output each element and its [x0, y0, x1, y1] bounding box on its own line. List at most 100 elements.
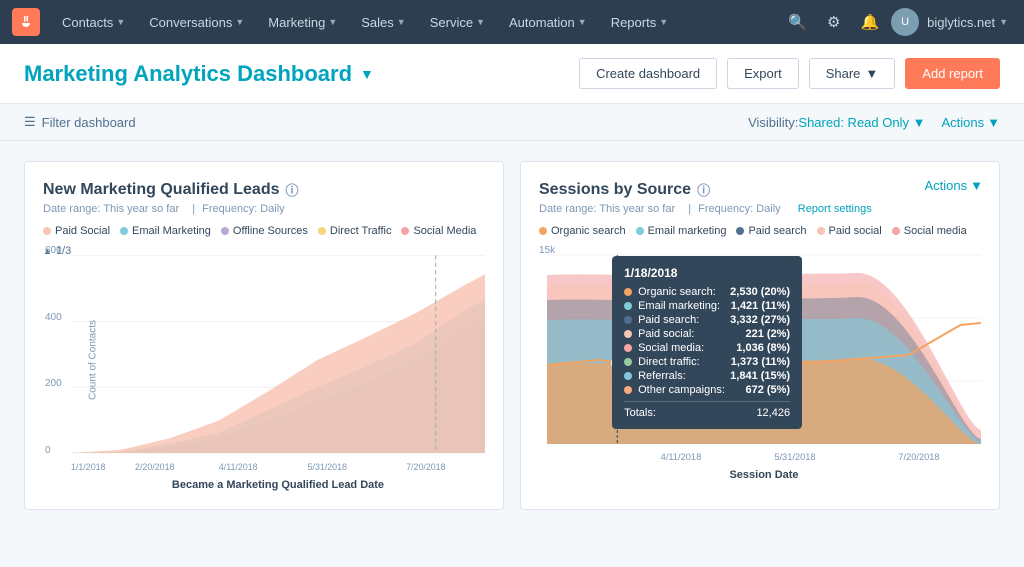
legend-dot [43, 227, 51, 235]
card1-meta: Date range: This year so far | Frequency… [43, 203, 485, 215]
title-dropdown-icon[interactable]: ▼ [360, 66, 374, 82]
legend-dot [636, 227, 644, 235]
chevron-down-icon: ▼ [659, 17, 668, 27]
search-icon[interactable]: 🔍 [780, 7, 815, 37]
tooltip-row: Paid search:3,332 (27%) [624, 314, 790, 326]
page-title: Marketing Analytics Dashboard ▼ [24, 61, 374, 87]
card1-svg: 1/1/2018 2/20/2018 4/11/2018 5/31/2018 7… [71, 245, 485, 475]
nav-item-sales[interactable]: Sales ▼ [351, 9, 415, 36]
card2-title: Sessions by Source ⓘ [539, 180, 878, 199]
info-icon[interactable]: ⓘ [286, 180, 299, 199]
legend-item: Paid social [817, 225, 882, 237]
legend-dot [221, 227, 229, 235]
card1-y-label: Count of Contacts [88, 320, 99, 400]
report-settings-link[interactable]: Report settings [798, 203, 872, 215]
legend-item: Social Media [401, 225, 476, 237]
card1-title: New Marketing Qualified Leads ⓘ [43, 180, 485, 199]
tooltip-row: Social media:1,036 (8%) [624, 342, 790, 354]
legend-item: Paid Social [43, 225, 110, 237]
chevron-down-icon: ▼ [987, 115, 1000, 130]
svg-text:4/11/2018: 4/11/2018 [219, 462, 258, 472]
tooltip-dot [624, 302, 632, 310]
toolbar-actions-button[interactable]: Actions ▼ [941, 115, 1000, 130]
legend-item: Direct Traffic [318, 225, 392, 237]
card-new-mql: New Marketing Qualified Leads ⓘ Date ran… [24, 161, 504, 510]
info-icon[interactable]: ⓘ [697, 180, 710, 199]
tooltip-dot [624, 344, 632, 352]
navbar: Contacts ▼ Conversations ▼ Marketing ▼ S… [0, 0, 1024, 44]
chevron-down-icon: ▼ [865, 66, 878, 81]
card2-chart: 4/11/2018 5/31/2018 7/20/2018 1/18/2018 … [547, 245, 981, 465]
svg-text:4/11/2018: 4/11/2018 [661, 452, 702, 462]
tooltip-row: Other campaigns:672 (5%) [624, 384, 790, 396]
bell-icon[interactable]: 🔔 [852, 7, 887, 37]
tooltip-dot [624, 372, 632, 380]
card1-legend: Paid SocialEmail MarketingOffline Source… [43, 225, 485, 237]
card2-legend: Organic searchEmail marketingPaid search… [539, 225, 981, 237]
nav-logo[interactable] [12, 8, 40, 36]
card2-actions-button[interactable]: Actions ▼ [924, 178, 983, 193]
y-tick-400: 400 [45, 312, 62, 323]
legend-dot [318, 227, 326, 235]
filter-icon: ☰ [24, 114, 36, 130]
chevron-down-icon: ▼ [328, 17, 337, 27]
nav-item-conversations[interactable]: Conversations ▼ [139, 9, 254, 36]
nav-item-contacts[interactable]: Contacts ▼ [52, 9, 135, 36]
legend-dot [817, 227, 825, 235]
nav-item-automation[interactable]: Automation ▼ [499, 9, 597, 36]
avatar[interactable]: U [891, 8, 919, 36]
share-button[interactable]: Share ▼ [809, 58, 896, 89]
card-sessions-by-source: Sessions by Source ⓘ Date range: This ye… [520, 161, 1000, 510]
legend-dot [401, 227, 409, 235]
chevron-down-icon: ▼ [235, 17, 244, 27]
chevron-down-icon: ▼ [116, 17, 125, 27]
card2-meta: Date range: This year so far | Frequency… [539, 203, 878, 215]
account-dropdown[interactable]: biglytics.net ▼ [923, 15, 1012, 30]
svg-text:5/31/2018: 5/31/2018 [774, 452, 815, 462]
y-tick-600: 600 [45, 245, 62, 256]
tooltip-date: 1/18/2018 [624, 266, 790, 280]
chevron-down-icon: ▼ [970, 178, 983, 193]
visibility-label: Visibility: [748, 115, 798, 130]
add-report-button[interactable]: Add report [905, 58, 1000, 89]
tooltip-row: Paid social:221 (2%) [624, 328, 790, 340]
visibility-value[interactable]: Shared: Read Only ▼ [798, 115, 925, 130]
legend-item: Offline Sources [221, 225, 308, 237]
svg-text:1/1/2018: 1/1/2018 [71, 462, 105, 472]
nav-item-service[interactable]: Service ▼ [420, 9, 495, 36]
tooltip-row: Email marketing:1,421 (11%) [624, 300, 790, 312]
chevron-down-icon: ▼ [476, 17, 485, 27]
chevron-down-icon: ▼ [578, 17, 587, 27]
card1-x-label: Became a Marketing Qualified Lead Date [71, 479, 485, 491]
legend-item: Email marketing [636, 225, 727, 237]
nav-item-reports[interactable]: Reports ▼ [601, 9, 678, 36]
legend-dot [892, 227, 900, 235]
chevron-down-icon: ▼ [913, 115, 926, 130]
tooltip-row: Referrals:1,841 (15%) [624, 370, 790, 382]
legend-item: Social media [892, 225, 967, 237]
export-button[interactable]: Export [727, 58, 799, 89]
card2-x-label: Session Date [547, 469, 981, 481]
tooltip-dot [624, 358, 632, 366]
create-dashboard-button[interactable]: Create dashboard [579, 58, 717, 89]
chart-tooltip: 1/18/2018 Organic search:2,530 (20%) Emai… [612, 256, 802, 429]
tooltip-dot [624, 288, 632, 296]
svg-text:5/31/2018: 5/31/2018 [308, 462, 347, 472]
filter-dashboard-button[interactable]: ☰ Filter dashboard [24, 114, 136, 130]
header-actions: Create dashboard Export Share ▼ Add repo… [579, 58, 1000, 89]
chevron-down-icon: ▼ [999, 17, 1008, 27]
legend-dot [120, 227, 128, 235]
tooltip-row: Organic search:2,530 (20%) [624, 286, 790, 298]
gear-icon[interactable]: ⚙ [819, 7, 848, 37]
tooltip-total: Totals: 12,426 [624, 401, 790, 419]
legend-dot [736, 227, 744, 235]
main-content: New Marketing Qualified Leads ⓘ Date ran… [0, 141, 1024, 530]
nav-item-marketing[interactable]: Marketing ▼ [258, 9, 347, 36]
legend-item: Paid search [736, 225, 806, 237]
svg-text:7/20/2018: 7/20/2018 [406, 462, 445, 472]
tooltip-row: Direct traffic:1,373 (11%) [624, 356, 790, 368]
card1-chart: Count of Contacts 600 400 200 0 [71, 245, 485, 475]
tooltip-dot [624, 386, 632, 394]
tooltip-dot [624, 316, 632, 324]
y-tick-0: 0 [45, 445, 51, 456]
